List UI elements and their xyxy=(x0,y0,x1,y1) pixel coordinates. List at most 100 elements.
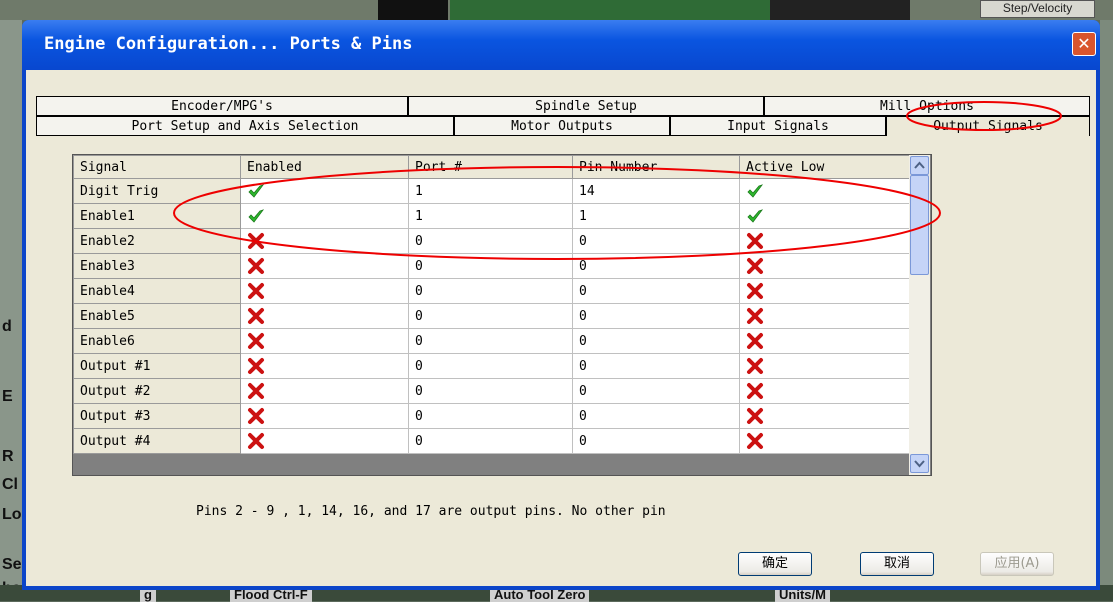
enabled-cell[interactable] xyxy=(240,228,409,254)
scroll-down-arrow-icon[interactable] xyxy=(910,454,929,473)
cross-icon[interactable] xyxy=(247,232,265,250)
signal-name-cell[interactable]: Enable2 xyxy=(73,228,241,254)
background-step-velocity-button[interactable]: Step/Velocity xyxy=(980,0,1095,18)
table-row[interactable]: Enable5 0 0 xyxy=(73,303,910,329)
enabled-cell[interactable] xyxy=(240,428,409,454)
active-low-cell[interactable] xyxy=(739,403,910,429)
cancel-button[interactable]: 取消 xyxy=(860,552,934,576)
cross-icon[interactable] xyxy=(746,232,764,250)
column-header-enabled[interactable]: Enabled xyxy=(240,155,409,179)
cross-icon[interactable] xyxy=(247,357,265,375)
table-row[interactable]: Enable6 0 0 xyxy=(73,328,910,354)
close-icon[interactable]: ✕ xyxy=(1072,32,1096,56)
enabled-cell[interactable] xyxy=(240,278,409,304)
apply-button[interactable]: 应用(A) xyxy=(980,552,1054,576)
signal-name-cell[interactable]: Enable6 xyxy=(73,328,241,354)
signal-name-cell[interactable]: Output #3 xyxy=(73,403,241,429)
cross-icon[interactable] xyxy=(746,357,764,375)
scroll-thumb[interactable] xyxy=(910,175,929,275)
pin-number-cell[interactable]: 1 xyxy=(572,203,740,229)
port-cell[interactable]: 1 xyxy=(408,178,573,204)
port-cell[interactable]: 0 xyxy=(408,278,573,304)
table-row[interactable]: Enable2 0 0 xyxy=(73,228,910,254)
active-low-cell[interactable] xyxy=(739,228,910,254)
enabled-cell[interactable] xyxy=(240,403,409,429)
active-low-cell[interactable] xyxy=(739,378,910,404)
signal-name-cell[interactable]: Digit Trig xyxy=(73,178,241,204)
check-icon[interactable] xyxy=(746,182,764,200)
title-bar[interactable]: Engine Configuration... Ports & Pins ✕ xyxy=(22,20,1100,70)
table-row[interactable]: Enable1 1 1 xyxy=(73,203,910,229)
cross-icon[interactable] xyxy=(746,332,764,350)
cross-icon[interactable] xyxy=(746,382,764,400)
table-row[interactable]: Output #2 0 0 xyxy=(73,378,910,404)
enabled-cell[interactable] xyxy=(240,328,409,354)
table-row[interactable]: Enable3 0 0 xyxy=(73,253,910,279)
active-low-cell[interactable] xyxy=(739,428,910,454)
table-row[interactable]: Output #3 0 0 xyxy=(73,403,910,429)
pin-number-cell[interactable]: 0 xyxy=(572,378,740,404)
table-row[interactable]: Enable4 0 0 xyxy=(73,278,910,304)
table-row[interactable]: Digit Trig 1 14 xyxy=(73,178,910,204)
active-low-cell[interactable] xyxy=(739,178,910,204)
active-low-cell[interactable] xyxy=(739,278,910,304)
port-cell[interactable]: 0 xyxy=(408,328,573,354)
check-icon[interactable] xyxy=(247,207,265,225)
port-cell[interactable]: 0 xyxy=(408,353,573,379)
column-header-signal[interactable]: Signal xyxy=(73,155,241,179)
pin-number-cell[interactable]: 0 xyxy=(572,403,740,429)
column-header-port[interactable]: Port # xyxy=(408,155,573,179)
signal-name-cell[interactable]: Enable1 xyxy=(73,203,241,229)
tab-port-setup[interactable]: Port Setup and Axis Selection xyxy=(36,116,454,136)
pin-number-cell[interactable]: 0 xyxy=(572,228,740,254)
enabled-cell[interactable] xyxy=(240,203,409,229)
enabled-cell[interactable] xyxy=(240,178,409,204)
signal-name-cell[interactable]: Output #4 xyxy=(73,428,241,454)
pin-number-cell[interactable]: 0 xyxy=(572,328,740,354)
active-low-cell[interactable] xyxy=(739,353,910,379)
scroll-up-arrow-icon[interactable] xyxy=(910,156,929,175)
table-row[interactable]: Output #1 0 0 xyxy=(73,353,910,379)
cross-icon[interactable] xyxy=(247,307,265,325)
signal-name-cell[interactable]: Output #2 xyxy=(73,378,241,404)
signal-name-cell[interactable]: Enable5 xyxy=(73,303,241,329)
cross-icon[interactable] xyxy=(746,257,764,275)
tab-spindle-setup[interactable]: Spindle Setup xyxy=(408,96,764,116)
column-header-active-low[interactable]: Active Low xyxy=(739,155,910,179)
port-cell[interactable]: 1 xyxy=(408,203,573,229)
enabled-cell[interactable] xyxy=(240,303,409,329)
active-low-cell[interactable] xyxy=(739,328,910,354)
cross-icon[interactable] xyxy=(247,382,265,400)
pin-number-cell[interactable]: 0 xyxy=(572,278,740,304)
port-cell[interactable]: 0 xyxy=(408,228,573,254)
port-cell[interactable]: 0 xyxy=(408,303,573,329)
pin-number-cell[interactable]: 0 xyxy=(572,253,740,279)
pin-number-cell[interactable]: 0 xyxy=(572,303,740,329)
tab-output-signals[interactable]: Output Signals xyxy=(886,116,1090,136)
cross-icon[interactable] xyxy=(746,407,764,425)
port-cell[interactable]: 0 xyxy=(408,428,573,454)
cross-icon[interactable] xyxy=(247,432,265,450)
signal-name-cell[interactable]: Output #1 xyxy=(73,353,241,379)
cross-icon[interactable] xyxy=(247,407,265,425)
column-header-pin-number[interactable]: Pin Number xyxy=(572,155,740,179)
pin-number-cell[interactable]: 14 xyxy=(572,178,740,204)
port-cell[interactable]: 0 xyxy=(408,403,573,429)
signal-name-cell[interactable]: Enable4 xyxy=(73,278,241,304)
port-cell[interactable]: 0 xyxy=(408,378,573,404)
check-icon[interactable] xyxy=(746,207,764,225)
ok-button-main[interactable]: 确定 xyxy=(738,552,812,576)
cross-icon[interactable] xyxy=(247,257,265,275)
check-icon[interactable] xyxy=(247,182,265,200)
pin-number-cell[interactable]: 0 xyxy=(572,428,740,454)
cross-icon[interactable] xyxy=(746,282,764,300)
active-low-cell[interactable] xyxy=(739,203,910,229)
cross-icon[interactable] xyxy=(247,332,265,350)
enabled-cell[interactable] xyxy=(240,253,409,279)
grid-vertical-scrollbar[interactable] xyxy=(909,155,930,475)
cross-icon[interactable] xyxy=(746,307,764,325)
enabled-cell[interactable] xyxy=(240,353,409,379)
cross-icon[interactable] xyxy=(247,282,265,300)
tab-mill-options[interactable]: Mill Options xyxy=(764,96,1090,116)
pin-number-cell[interactable]: 0 xyxy=(572,353,740,379)
